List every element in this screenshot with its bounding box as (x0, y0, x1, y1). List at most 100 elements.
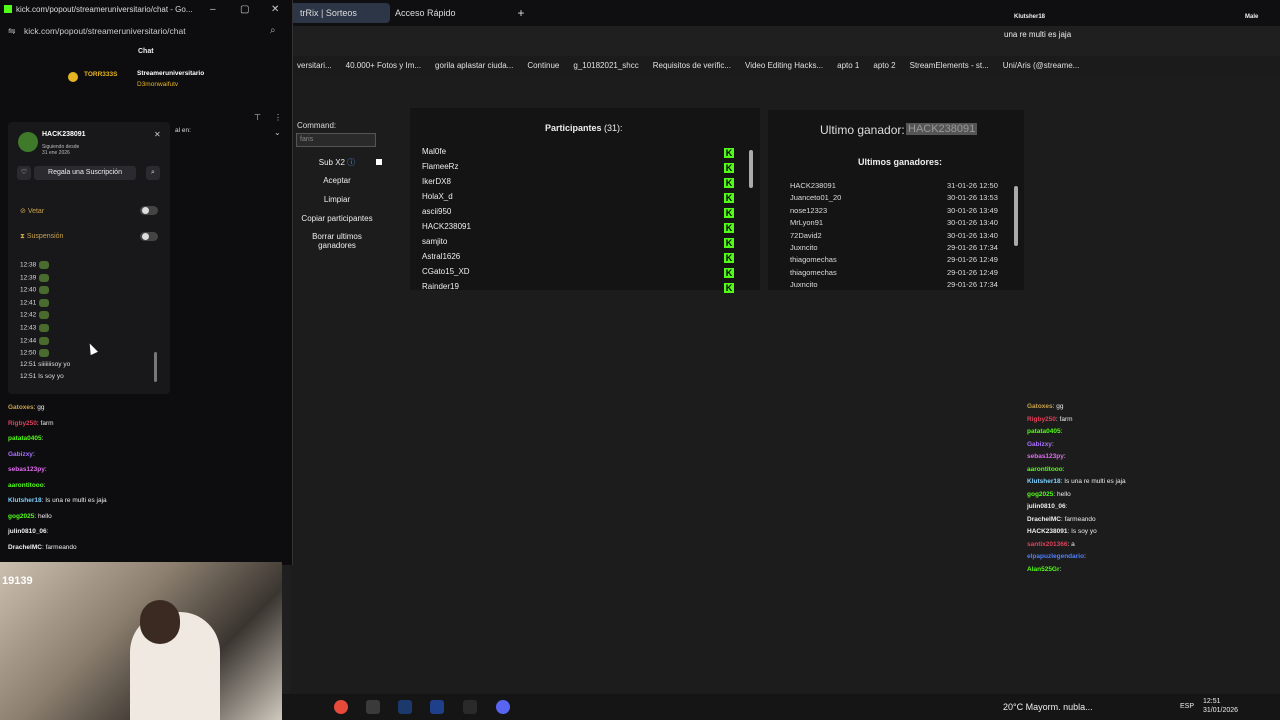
chat-username[interactable]: Klutsher18 (8, 497, 42, 504)
chat-username[interactable]: elpapuzlegendario (1027, 553, 1084, 560)
log-time: 12:44 (20, 337, 37, 345)
chat-username[interactable]: Gabizxy (1027, 441, 1052, 448)
tab-acceso-rapido[interactable]: Acceso Rápido (385, 3, 515, 23)
chat-username[interactable]: patata0405 (1027, 428, 1061, 435)
card-close-icon[interactable]: ✕ (154, 130, 161, 139)
chat-username[interactable]: gog2025 (1027, 491, 1053, 498)
more-options-button[interactable]: ⌕ (146, 166, 160, 180)
language-indicator[interactable]: ESP (1180, 703, 1194, 710)
maximize-icon[interactable]: ▢ (240, 4, 249, 15)
kick-logo-icon (4, 5, 12, 13)
sub-x2-checkbox[interactable] (376, 159, 382, 165)
tab-sorteos[interactable]: trRix | Sorteos (290, 3, 390, 23)
chat-username[interactable]: aarontitooo (8, 482, 44, 489)
chrome-icon[interactable] (334, 700, 348, 714)
heart-icon[interactable]: ♡ (17, 166, 31, 180)
chat-username[interactable]: sebas123py (8, 466, 45, 473)
epic-icon[interactable] (463, 700, 477, 714)
bookmark-item[interactable]: Requisitos de verific... (646, 61, 738, 70)
participants-scrollbar[interactable] (749, 150, 753, 188)
winners-scrollbar[interactable] (1014, 186, 1018, 246)
bookmark-item[interactable]: apto 1 (830, 61, 866, 70)
log-time: 12:39 (20, 274, 37, 282)
ban-toggle[interactable] (140, 206, 158, 215)
log-line: 12:38 (20, 261, 50, 269)
chat-username[interactable]: HACK238091 (1027, 528, 1067, 535)
bookmark-item[interactable]: StreamElements - st... (903, 61, 996, 70)
chat-message: DrachelMC: farmeando (8, 544, 77, 551)
winner-date: 29-01-26 12:49 (947, 267, 998, 277)
chat-text: : (1060, 428, 1063, 435)
chat-username[interactable]: Gatoxes (1027, 403, 1053, 410)
chat-username[interactable]: Rigby250 (8, 420, 37, 427)
discord-icon[interactable] (496, 700, 510, 714)
kick-badge-icon: K (724, 268, 734, 278)
participant-name: FlameeRz (422, 162, 459, 171)
delete-winners-button[interactable]: Borrar ultimos ganadores (296, 232, 378, 250)
accept-button[interactable]: Aceptar (296, 176, 378, 185)
pinned-user-2[interactable]: Streameruniversitario (137, 70, 204, 77)
close-icon[interactable]: ✕ (271, 4, 279, 15)
chat-username[interactable]: gog2025 (8, 513, 34, 520)
bookmark-item[interactable]: apto 2 (866, 61, 902, 70)
winner-date: 30-01-26 13:53 (947, 193, 998, 203)
bookmark-item[interactable]: Continue (520, 61, 566, 70)
vscode-icon[interactable] (430, 700, 444, 714)
overlay-chat-message: Rigby250: farm (1027, 416, 1073, 423)
card-username: HACK238091 (42, 131, 86, 138)
log-time: 12:41 (20, 299, 37, 307)
files-icon[interactable] (366, 700, 380, 714)
chat-username[interactable]: santix201366 (1027, 541, 1067, 548)
log-line: 12:42 (20, 311, 50, 320)
chat-username[interactable]: DrachelMC (1027, 516, 1061, 523)
bookmark-item[interactable]: g_10182021_shcc (566, 61, 645, 70)
chat-username[interactable]: Alan525Gr (1027, 566, 1060, 573)
chat-username[interactable]: Rigby250 (1027, 416, 1056, 423)
steam-icon[interactable] (398, 700, 412, 714)
pinned-user-3[interactable]: D3monwaifutv (137, 81, 178, 88)
chat-username[interactable]: DrachelMC (8, 544, 42, 551)
chat-username[interactable]: aarontitooo (1027, 466, 1063, 473)
sub-x2-toggle[interactable]: Sub X2 ⓘ (296, 157, 382, 168)
pin-icon[interactable]: ⊤ (254, 113, 261, 122)
copy-participants-button[interactable]: Copiar participantes (296, 214, 378, 223)
log-line: 12:51 siiiiiiisoy yo (20, 361, 71, 368)
chat-username[interactable]: patata0405 (8, 435, 42, 442)
bookmark-item[interactable]: Video Editing Hacks... (738, 61, 830, 70)
bookmark-item[interactable]: versitari... (290, 61, 339, 70)
clock[interactable]: 12:51 31/01/2026 (1203, 697, 1238, 715)
timeout-toggle[interactable] (140, 232, 158, 241)
search-icon[interactable]: ⌕ (270, 25, 276, 36)
kick-badge-icon: K (724, 253, 734, 263)
chat-username[interactable]: Gabizxy (8, 451, 33, 458)
more-icon[interactable]: ⋮ (274, 113, 282, 122)
command-input[interactable]: faris (296, 133, 376, 147)
chat-username[interactable]: julin0810_06 (8, 528, 47, 535)
weather-widget[interactable]: 20°C Mayorm. nubla... (1003, 702, 1093, 712)
chat-text: : (32, 450, 35, 458)
gift-sub-button[interactable]: Regala una Suscripción (34, 166, 136, 180)
chat-username[interactable]: Gatoxes (8, 404, 34, 411)
winner-name: thiagomechas (790, 255, 837, 265)
bookmark-item[interactable]: 40.000+ Fotos y Im... (339, 61, 428, 70)
overlay-chat-message: Gabizxy: (1027, 441, 1054, 448)
clear-button[interactable]: Limpiar (296, 195, 378, 204)
chat-username[interactable]: Klutsher18 (1027, 478, 1061, 485)
chat-text: : Is una re multi es jaja (1060, 478, 1126, 485)
chat-text: : hello (1053, 490, 1071, 498)
site-settings-icon[interactable]: ⇋ (8, 26, 16, 37)
chat-username[interactable]: sebas123py (1027, 453, 1064, 460)
overlay-chat-message: Klutsher18: Is una re multi es jaja (1027, 478, 1126, 485)
last-winner-name: HACK238091 (906, 123, 978, 135)
minimize-icon[interactable]: – (210, 4, 216, 15)
bookmark-item[interactable]: gorila aplastar ciuda... (428, 61, 520, 70)
chat-text: : Is soy yo (1067, 528, 1097, 535)
bookmark-item[interactable]: Uni/Aris (@streame... (996, 61, 1087, 70)
winner-date: 29-01-26 17:34 (947, 280, 998, 290)
chevron-down-icon[interactable]: ⌄ (274, 128, 281, 137)
log-scrollbar[interactable] (154, 352, 157, 382)
emote-icon (39, 311, 50, 320)
pinned-user-1[interactable]: TORR333S (84, 71, 117, 78)
new-tab-button[interactable]: + (502, 3, 540, 23)
chat-username[interactable]: julin0810_06 (1027, 503, 1066, 510)
